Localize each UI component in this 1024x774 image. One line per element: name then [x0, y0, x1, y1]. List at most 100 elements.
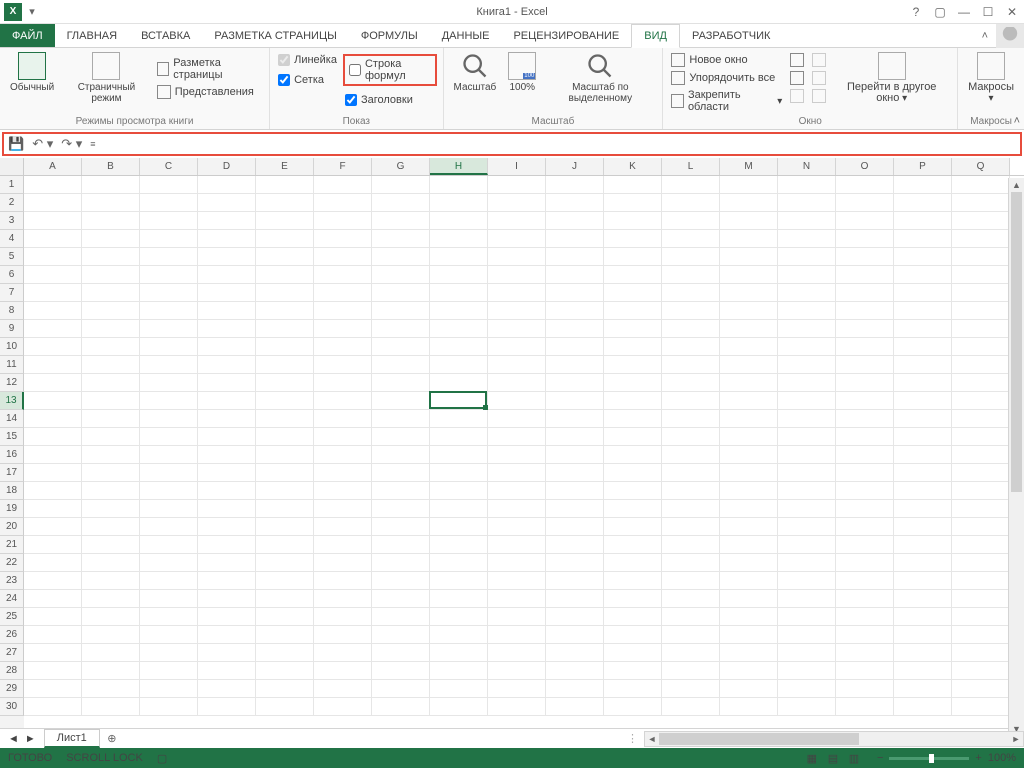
- cell[interactable]: [662, 230, 720, 248]
- cell[interactable]: [314, 482, 372, 500]
- cell[interactable]: [894, 572, 952, 590]
- cell[interactable]: [604, 446, 662, 464]
- cell[interactable]: [24, 338, 82, 356]
- cell[interactable]: [198, 338, 256, 356]
- cell[interactable]: [430, 518, 488, 536]
- cell[interactable]: [836, 410, 894, 428]
- cell[interactable]: [604, 284, 662, 302]
- cell[interactable]: [546, 230, 604, 248]
- cell[interactable]: [778, 212, 836, 230]
- row-header-16[interactable]: 16: [0, 446, 24, 464]
- cell[interactable]: [778, 680, 836, 698]
- cell[interactable]: [488, 266, 546, 284]
- cell[interactable]: [82, 410, 140, 428]
- cell[interactable]: [604, 536, 662, 554]
- cell[interactable]: [372, 536, 430, 554]
- cell[interactable]: [24, 212, 82, 230]
- cell[interactable]: [546, 266, 604, 284]
- cell[interactable]: [720, 374, 778, 392]
- cell[interactable]: [82, 644, 140, 662]
- cell[interactable]: [82, 212, 140, 230]
- cell[interactable]: [778, 554, 836, 572]
- cell[interactable]: [488, 410, 546, 428]
- cell[interactable]: [836, 356, 894, 374]
- cell[interactable]: [314, 680, 372, 698]
- page-break-view-button[interactable]: Страничный режим: [62, 50, 151, 106]
- view-shortcut-buttons[interactable]: ▦ ▤ ▥: [803, 752, 863, 765]
- cell[interactable]: [430, 302, 488, 320]
- cell[interactable]: [836, 680, 894, 698]
- cell[interactable]: [952, 482, 1010, 500]
- cell[interactable]: [894, 626, 952, 644]
- cell[interactable]: [952, 554, 1010, 572]
- cell[interactable]: [140, 698, 198, 716]
- cell[interactable]: [778, 644, 836, 662]
- cell[interactable]: [198, 194, 256, 212]
- cell[interactable]: [488, 392, 546, 410]
- cell[interactable]: [430, 698, 488, 716]
- cell[interactable]: [140, 536, 198, 554]
- close-icon[interactable]: ✕: [1000, 5, 1024, 19]
- cell[interactable]: [488, 518, 546, 536]
- cell[interactable]: [488, 446, 546, 464]
- cell[interactable]: [662, 212, 720, 230]
- tab-insert[interactable]: ВСТАВКА: [129, 24, 202, 47]
- cell[interactable]: [314, 698, 372, 716]
- cell[interactable]: [488, 356, 546, 374]
- cell[interactable]: [952, 608, 1010, 626]
- cell[interactable]: [198, 662, 256, 680]
- cell[interactable]: [24, 554, 82, 572]
- cell[interactable]: [778, 518, 836, 536]
- cell[interactable]: [140, 446, 198, 464]
- cell[interactable]: [256, 644, 314, 662]
- cell[interactable]: [836, 536, 894, 554]
- cell[interactable]: [372, 194, 430, 212]
- zoom-slider[interactable]: [889, 757, 969, 760]
- cell[interactable]: [256, 176, 314, 194]
- page-layout-button[interactable]: Разметка страницы: [155, 56, 263, 82]
- cell[interactable]: [256, 482, 314, 500]
- cell[interactable]: [256, 608, 314, 626]
- cell[interactable]: [430, 428, 488, 446]
- cell[interactable]: [604, 410, 662, 428]
- horizontal-scrollbar[interactable]: ◄ ►: [644, 731, 1024, 747]
- cell[interactable]: [372, 626, 430, 644]
- cell[interactable]: [82, 464, 140, 482]
- tab-pagelayout[interactable]: РАЗМЕТКА СТРАНИЦЫ: [202, 24, 348, 47]
- cell[interactable]: [140, 518, 198, 536]
- cell[interactable]: [488, 374, 546, 392]
- cell[interactable]: [430, 356, 488, 374]
- cell[interactable]: [836, 554, 894, 572]
- cell[interactable]: [720, 536, 778, 554]
- cell[interactable]: [256, 338, 314, 356]
- row-header-11[interactable]: 11: [0, 356, 24, 374]
- cell[interactable]: [198, 284, 256, 302]
- cell[interactable]: [140, 464, 198, 482]
- cell[interactable]: [546, 500, 604, 518]
- cell[interactable]: [24, 302, 82, 320]
- cell[interactable]: [546, 392, 604, 410]
- cell[interactable]: [140, 662, 198, 680]
- cell[interactable]: [836, 428, 894, 446]
- cell[interactable]: [372, 500, 430, 518]
- cell[interactable]: [836, 644, 894, 662]
- cell[interactable]: [198, 608, 256, 626]
- row-header-23[interactable]: 23: [0, 572, 24, 590]
- cell[interactable]: [894, 320, 952, 338]
- cell[interactable]: [82, 662, 140, 680]
- row-header-25[interactable]: 25: [0, 608, 24, 626]
- sync-scroll-button[interactable]: [810, 70, 828, 86]
- cell[interactable]: [198, 392, 256, 410]
- freeze-panes-button[interactable]: Закрепить области ▾: [669, 88, 784, 114]
- cell[interactable]: [662, 608, 720, 626]
- cell[interactable]: [778, 464, 836, 482]
- custom-views-button[interactable]: Представления: [155, 84, 263, 100]
- cell[interactable]: [24, 536, 82, 554]
- tab-formulas[interactable]: ФОРМУЛЫ: [349, 24, 430, 47]
- switch-windows-button[interactable]: Перейти в другое окно ▾: [832, 50, 951, 114]
- cell[interactable]: [546, 428, 604, 446]
- cell[interactable]: [836, 482, 894, 500]
- cell[interactable]: [662, 392, 720, 410]
- cell[interactable]: [430, 626, 488, 644]
- cell[interactable]: [952, 644, 1010, 662]
